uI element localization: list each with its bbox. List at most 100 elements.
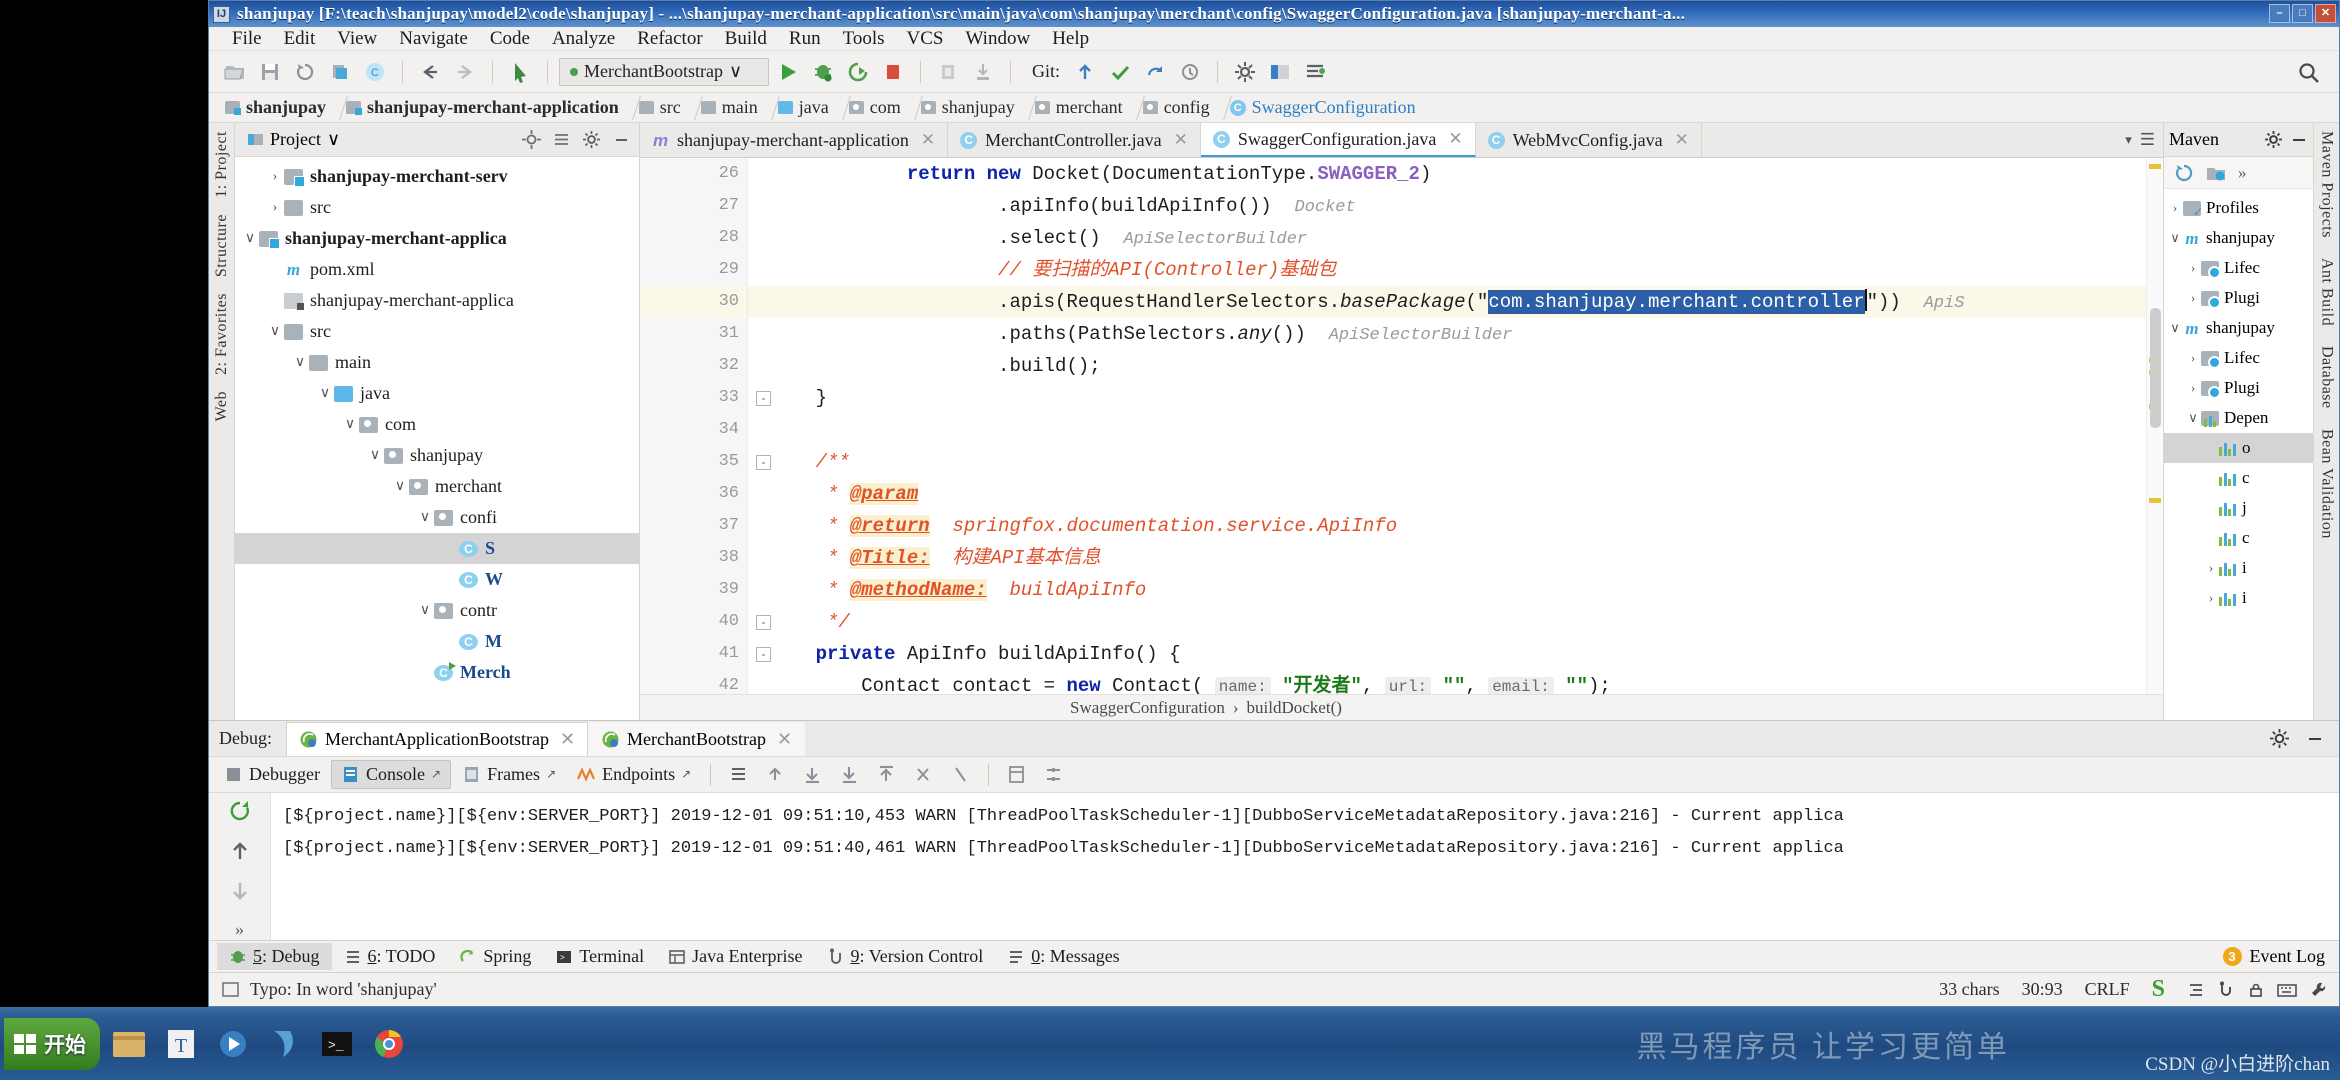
maven-tree-node[interactable]: o — [2164, 433, 2313, 463]
console-output[interactable]: [${project.name}][${env:SERVER_PORT}] 20… — [271, 793, 2339, 940]
tree-expander-icon[interactable]: › — [2167, 200, 2183, 216]
save-all-icon[interactable] — [254, 57, 286, 87]
tree-node[interactable]: m pom.xml — [235, 254, 639, 285]
code-line[interactable]: .apiInfo(buildApiInfo()) Docket — [748, 190, 2146, 222]
chevron-down-icon[interactable]: ∨ — [327, 129, 340, 150]
status-line-separator[interactable]: CRLF — [2085, 979, 2130, 1000]
code-line[interactable]: /** — [748, 446, 2146, 478]
tree-expander-icon[interactable]: ∨ — [266, 323, 284, 340]
more-icon[interactable]: » — [235, 919, 244, 940]
breadcrumb-item-merchant[interactable]: merchant — [1027, 94, 1145, 122]
step-over-icon[interactable] — [832, 764, 867, 785]
code-line[interactable]: * @return springfox.documentation.servic… — [748, 510, 2146, 542]
menu-item-build[interactable]: Build — [714, 26, 778, 52]
debug-tab-merchantapplicationbootstrap[interactable]: MerchantApplicationBootstrap ✕ — [286, 721, 589, 756]
hide-icon[interactable] — [609, 129, 633, 151]
menu-item-navigate[interactable]: Navigate — [388, 26, 479, 52]
maven-tree-node[interactable]: j — [2164, 493, 2313, 523]
download-sources-icon[interactable] — [2206, 164, 2226, 182]
copy-icon[interactable] — [324, 57, 356, 87]
code-line[interactable]: .build(); — [748, 350, 2146, 382]
code-line[interactable]: * @param — [748, 478, 2146, 510]
maven-tree-node[interactable]: ∨ m shanjupay — [2164, 223, 2313, 253]
tree-expander-icon[interactable]: › — [2185, 350, 2201, 366]
code-line[interactable]: Contact contact = new Contact( name: "开发… — [748, 670, 2146, 694]
tree-node[interactable]: ∨ src — [235, 316, 639, 347]
tree-expander-icon[interactable]: ∨ — [416, 509, 434, 526]
tree-expander-icon[interactable]: ∨ — [2185, 410, 2201, 426]
tree-expander-icon[interactable]: ∨ — [291, 354, 309, 371]
editor-tab-shanjupay-merchant-application[interactable]: m shanjupay-merchant-application ✕ — [640, 123, 949, 158]
tree-node[interactable]: ∨ shanjupay — [235, 440, 639, 471]
more-icon[interactable]: » — [2238, 163, 2247, 183]
hide-icon[interactable] — [2304, 728, 2325, 749]
tree-node[interactable]: › src — [235, 192, 639, 223]
maven-tree-node[interactable]: › Lifec — [2164, 343, 2313, 373]
run-configuration-selector[interactable]: MerchantBootstrap ∨ — [559, 57, 769, 86]
git-history-icon[interactable] — [1174, 57, 1206, 87]
code-line[interactable]: // 要扫描的API(Controller)基础包 — [748, 254, 2146, 286]
git-update-icon[interactable] — [1069, 57, 1101, 87]
back-arrow-icon[interactable] — [414, 57, 446, 87]
debug-tab-merchantbootstrap[interactable]: MerchantBootstrap ✕ — [588, 721, 806, 756]
code-line[interactable]: */ — [748, 606, 2146, 638]
chevron-down-icon[interactable]: ∨ — [729, 61, 742, 82]
chevron-down-icon[interactable]: ▾ — [2125, 132, 2132, 148]
attach-icon[interactable] — [967, 57, 999, 87]
breadcrumb-item-src[interactable]: src — [631, 94, 703, 122]
hide-icon[interactable] — [2289, 130, 2308, 149]
code-line[interactable]: * @methodName: buildApiInfo — [748, 574, 2146, 606]
tree-node[interactable]: CS — [235, 533, 639, 564]
tree-node[interactable]: C Merch — [235, 657, 639, 688]
evaluate-icon[interactable] — [999, 764, 1034, 785]
profile-icon[interactable] — [932, 57, 964, 87]
marker-warning[interactable] — [2149, 164, 2161, 170]
editor-scrollbar[interactable] — [2150, 308, 2161, 429]
tree-expander-icon[interactable]: ∨ — [391, 478, 409, 495]
editor-tab-overflow[interactable]: ▾ ☰ — [2117, 123, 2163, 157]
close-icon[interactable]: ✕ — [1174, 130, 1188, 150]
tree-expander-icon[interactable]: › — [2203, 590, 2219, 606]
editor-breadcrumb-class[interactable]: SwaggerConfiguration — [1070, 698, 1225, 718]
files-icon[interactable] — [106, 1021, 152, 1067]
breadcrumb-item-shanjupay-merchant-application[interactable]: shanjupay-merchant-application — [338, 94, 641, 122]
code-line[interactable]: .apis(RequestHandlerSelectors.basePackag… — [748, 286, 2146, 319]
stop-icon[interactable] — [877, 57, 909, 87]
step-up-icon[interactable] — [869, 764, 904, 785]
tree-expander-icon[interactable]: › — [2185, 290, 2201, 306]
tree-expander-icon[interactable]: › — [2185, 380, 2201, 396]
tree-node[interactable]: CM — [235, 626, 639, 657]
console-tab-console[interactable]: Console ↗ — [330, 760, 452, 789]
text-editor-icon[interactable]: T — [158, 1021, 204, 1067]
code-line[interactable]: } — [748, 382, 2146, 414]
close-icon[interactable]: ✕ — [1675, 130, 1689, 150]
close-button[interactable]: ✕ — [2315, 4, 2336, 23]
breadcrumb-item-shanjupay[interactable]: shanjupay — [217, 94, 348, 122]
tool-window-button-terminal[interactable]: > Terminal — [543, 943, 656, 970]
magnifier-icon[interactable] — [2293, 58, 2325, 88]
menu-item-edit[interactable]: Edit — [273, 26, 327, 52]
maven-tree-node[interactable]: ∨ m shanjupay — [2164, 313, 2313, 343]
menu-item-analyze[interactable]: Analyze — [541, 26, 626, 52]
close-icon[interactable]: ✕ — [777, 729, 792, 750]
tree-node[interactable]: shanjupay-merchant-applica — [235, 285, 639, 316]
console-tab-debugger[interactable]: Debugger — [215, 761, 329, 788]
tool-window-bean-validation[interactable]: Bean Validation — [2318, 429, 2336, 539]
menu-item-help[interactable]: Help — [1041, 26, 1100, 52]
project-panel-title[interactable]: Project ∨ — [241, 127, 346, 152]
maven-tree-node[interactable]: ∨ Depen — [2164, 403, 2313, 433]
tree-node[interactable]: CW — [235, 564, 639, 595]
menu-item-vcs[interactable]: VCS — [896, 26, 955, 52]
breadcrumb-item-config[interactable]: config — [1135, 94, 1232, 122]
settings-icon[interactable] — [2269, 728, 2290, 749]
step-out-icon[interactable] — [758, 764, 793, 785]
tree-expander-icon[interactable]: ∨ — [241, 230, 259, 247]
maven-tree-node[interactable]: › Plugi — [2164, 283, 2313, 313]
status-encoding[interactable]: S — [2152, 976, 2165, 1003]
git-push-icon[interactable] — [1139, 57, 1171, 87]
code-line[interactable]: return new Docket(DocumentationType.SWAG… — [748, 158, 2146, 190]
maven-tree-node[interactable]: c — [2164, 463, 2313, 493]
tree-node[interactable]: ∨ java — [235, 378, 639, 409]
show-lines-icon[interactable] — [721, 764, 756, 785]
run-coverage-icon[interactable] — [842, 57, 874, 87]
